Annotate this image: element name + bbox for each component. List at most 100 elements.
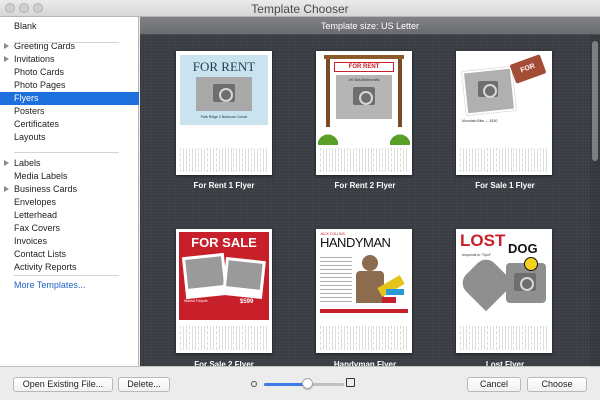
sidebar-item-label: Envelopes [14,197,57,207]
disclosure-triangle-icon[interactable] [4,186,9,192]
zoom-large-icon [346,378,355,387]
sidebar-item-label: Blank [14,21,37,31]
reward-badge [524,257,538,271]
sidebar-item-label: Contact Lists [14,249,67,259]
camera-icon [353,87,375,105]
sidebar-item-photo-cards[interactable]: Photo Cards [0,66,139,79]
sidebar-item-label: Business Cards [14,184,78,194]
sidebar-item-label: Labels [14,158,41,168]
template-card-for-sale-2[interactable]: FOR SALE Walnut Tricycle $599 [176,229,272,353]
sidebar-item-posters[interactable]: Posters [0,105,139,118]
sidebar-item-invitations[interactable]: Invitations [0,53,139,66]
camera-icon [478,81,498,98]
zoom-small-icon [251,381,257,387]
sidebar-separator [14,152,119,153]
sign-post-left [326,57,330,127]
template-card-handyman[interactable]: JACK COLLINS HANDYMAN [316,229,412,353]
sidebar-separator [14,42,119,43]
sidebar-separator [14,275,119,276]
template-heading: LOST [460,231,506,250]
template-card-for-sale-1[interactable]: FOR SALE Mountain Bike — $180 [456,51,552,175]
sidebar-item-label: Photo Pages [14,80,66,90]
sign-beam [324,55,404,59]
template-heading: FOR RENT [334,62,394,72]
tool-hammer [382,297,396,303]
more-templates-link[interactable]: More Templates... [0,279,139,292]
template-subtitle: Mountain Bike — $180 [462,119,498,123]
sidebar-item-letterhead[interactable]: Letterhead [0,209,139,222]
tear-off-tabs [320,326,409,350]
sidebar-item-photo-pages[interactable]: Photo Pages [0,79,139,92]
template-subtitle: Park Ridge 2 Bedroom Condo [200,115,248,119]
template-heading: FOR SALE [509,54,547,94]
template-heading: FOR RENT [192,59,256,74]
more-templates-label: More Templates... [14,280,86,290]
sidebar-item-label: Invitations [14,54,55,64]
tear-off-tabs [460,326,549,350]
camera-icon [514,273,536,291]
gallery-scrollbar[interactable] [590,35,600,366]
sidebar-item-layouts[interactable]: Layouts [0,131,139,144]
choose-button[interactable]: Choose [527,377,587,392]
sidebar-item-label: Fax Covers [14,223,61,233]
template-chooser-window: Template Chooser Blank Greeting Cards Invi… [0,0,600,400]
photo-frame [181,252,229,300]
open-existing-file-button[interactable]: Open Existing File... [13,377,113,392]
contact-bar [320,309,408,313]
template-caption: For Rent 1 Flyer [193,181,255,190]
camera-icon [213,84,235,102]
disclosure-triangle-icon[interactable] [4,56,9,62]
template-subtitle: responds to "Spot" [462,253,491,257]
sidebar-item-media-labels[interactable]: Media Labels [0,170,139,183]
sidebar-item-label: Letterhead [14,210,58,220]
grass-right [390,131,410,145]
sidebar-item-labels[interactable]: Labels [0,157,139,170]
grass-left [318,131,338,145]
sidebar-item-certificates[interactable]: Certificates [0,118,139,131]
sidebar-item-label: Certificates [14,119,60,129]
sidebar-item-blank[interactable]: Blank [0,20,139,33]
sidebar-item-label: Media Labels [14,171,68,181]
zoom-slider-knob[interactable] [302,378,313,389]
sidebar-item-label: Activity Reports [14,262,77,272]
cancel-button[interactable]: Cancel [467,377,521,392]
price-label: $599 [240,299,254,305]
sign-post-right [398,57,402,127]
bottom-toolbar: Open Existing File... Delete... Cancel C… [0,366,600,400]
sidebar-item-invoices[interactable]: Invoices [0,235,139,248]
template-heading: FOR SALE [191,235,257,250]
tear-off-tabs [180,326,269,350]
tear-off-tabs [180,148,269,172]
disclosure-triangle-icon[interactable] [4,160,9,166]
disclosure-triangle-icon[interactable] [4,43,9,49]
category-sidebar: Blank Greeting Cards Invitations Photo Card… [0,17,139,366]
sidebar-item-label: Invoices [14,236,48,246]
template-card-for-rent-2[interactable]: FOR RENT Jet Skis/Watercrafts [316,51,412,175]
window-title: Template Chooser [251,2,349,16]
sidebar-item-label: Flyers [14,93,39,103]
scrollbar-thumb[interactable] [592,41,598,161]
delete-button[interactable]: Delete... [118,377,170,392]
sidebar-item-contact-lists[interactable]: Contact Lists [0,248,139,261]
sidebar-item-label: Layouts [14,132,46,142]
template-card-for-rent-1[interactable]: FOR RENT Park Ridge 2 Bedroom Condo [176,51,272,175]
tear-off-tabs [460,148,549,172]
sidebar-item-activity-reports[interactable]: Activity Reports [0,261,139,274]
sidebar-item-envelopes[interactable]: Envelopes [0,196,139,209]
template-caption: For Rent 2 Flyer [334,181,396,190]
sidebar-item-flyers[interactable]: Flyers [0,92,139,105]
service-list [320,257,352,303]
sidebar-item-label: Posters [14,106,45,116]
sidebar-item-label: Photo Cards [14,67,65,77]
template-card-lost[interactable]: LOST DOG responds to "Spot" [456,229,552,353]
template-gallery: Template size: US Letter FOR RENT Park R… [140,17,600,369]
tear-off-tabs [320,148,409,172]
photo-frame [222,257,266,299]
sidebar-item-fax-covers[interactable]: Fax Covers [0,222,139,235]
title-bar: Template Chooser [0,0,600,17]
tool-wrench [386,289,404,295]
sidebar-item-business-cards[interactable]: Business Cards [0,183,139,196]
template-caption: For Sale 1 Flyer [475,181,535,190]
template-subtitle: Jet Skis/Watercrafts [348,78,380,82]
template-subtitle: Walnut Tricycle [184,299,208,303]
